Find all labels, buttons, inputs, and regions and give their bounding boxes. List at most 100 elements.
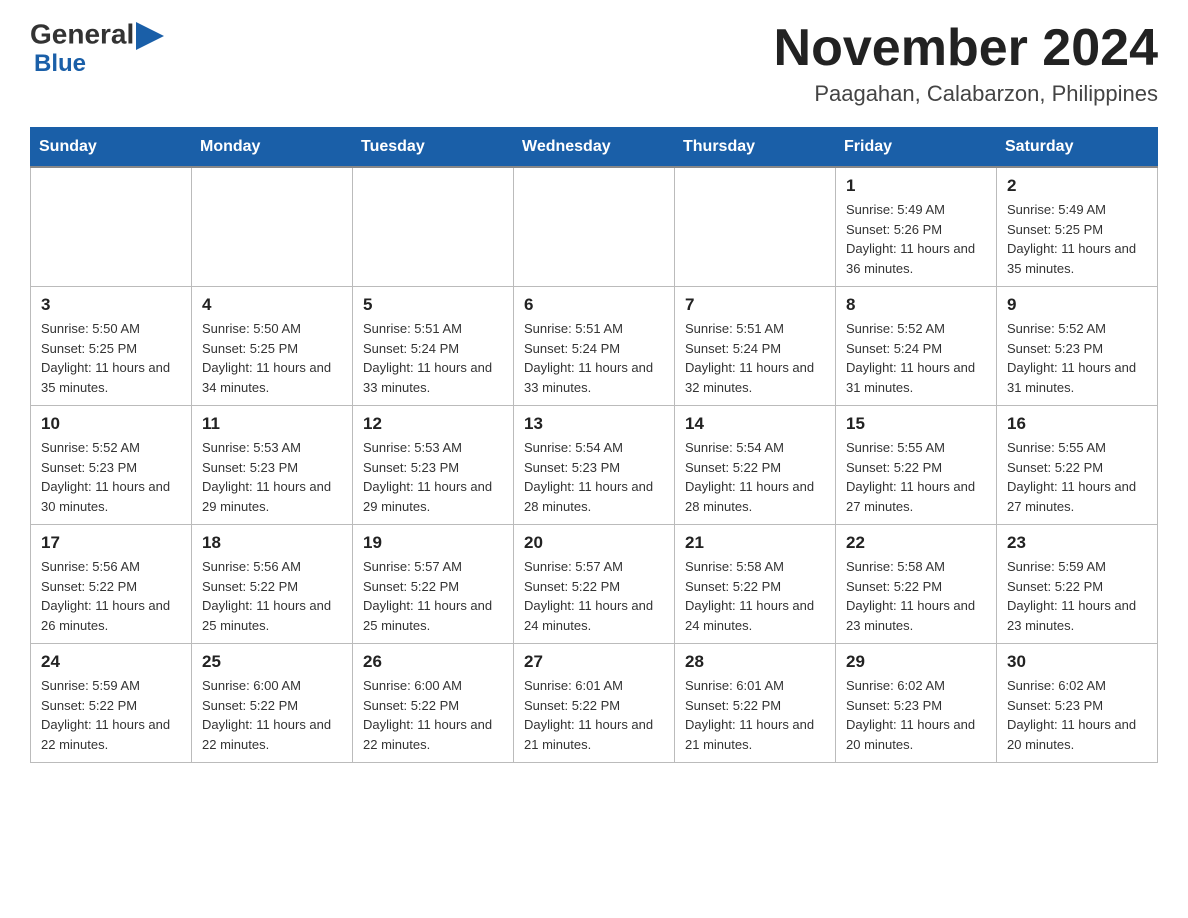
day-number: 30 <box>1007 652 1147 672</box>
day-info: Sunrise: 5:52 AMSunset: 5:23 PMDaylight:… <box>1007 319 1147 397</box>
day-number: 9 <box>1007 295 1147 315</box>
day-number: 29 <box>846 652 986 672</box>
day-info: Sunrise: 6:00 AMSunset: 5:22 PMDaylight:… <box>363 676 503 754</box>
day-number: 18 <box>202 533 342 553</box>
calendar-week-row: 24 Sunrise: 5:59 AMSunset: 5:22 PMDayligh… <box>31 644 1158 763</box>
day-number: 7 <box>685 295 825 315</box>
day-info: Sunrise: 5:50 AMSunset: 5:25 PMDaylight:… <box>202 319 342 397</box>
day-number: 2 <box>1007 176 1147 196</box>
day-number: 27 <box>524 652 664 672</box>
logo-blue: Blue <box>34 52 86 76</box>
day-number: 6 <box>524 295 664 315</box>
day-info: Sunrise: 5:49 AMSunset: 5:25 PMDaylight:… <box>1007 200 1147 278</box>
calendar-cell: 5 Sunrise: 5:51 AMSunset: 5:24 PMDaylight… <box>353 287 514 406</box>
calendar-cell <box>353 167 514 287</box>
calendar-cell: 6 Sunrise: 5:51 AMSunset: 5:24 PMDaylight… <box>514 287 675 406</box>
day-number: 28 <box>685 652 825 672</box>
day-number: 15 <box>846 414 986 434</box>
calendar-cell: 20 Sunrise: 5:57 AMSunset: 5:22 PMDayligh… <box>514 525 675 644</box>
day-info: Sunrise: 6:01 AMSunset: 5:22 PMDaylight:… <box>685 676 825 754</box>
calendar-cell <box>514 167 675 287</box>
calendar-cell: 1 Sunrise: 5:49 AMSunset: 5:26 PMDaylight… <box>836 167 997 287</box>
day-info: Sunrise: 5:59 AMSunset: 5:22 PMDaylight:… <box>41 676 181 754</box>
day-info: Sunrise: 6:00 AMSunset: 5:22 PMDaylight:… <box>202 676 342 754</box>
day-info: Sunrise: 6:01 AMSunset: 5:22 PMDaylight:… <box>524 676 664 754</box>
day-info: Sunrise: 5:52 AMSunset: 5:23 PMDaylight:… <box>41 438 181 516</box>
calendar-cell: 16Sunrise: 5:55 AMSunset: 5:22 PMDayligh… <box>997 406 1158 525</box>
day-info: Sunrise: 5:50 AMSunset: 5:25 PMDaylight:… <box>41 319 181 397</box>
day-info: Sunrise: 5:52 AMSunset: 5:24 PMDaylight:… <box>846 319 986 397</box>
calendar-cell: 19Sunrise: 5:57 AMSunset: 5:22 PMDayligh… <box>353 525 514 644</box>
calendar-cell: 22 Sunrise: 5:58 AMSunset: 5:22 PMDayligh… <box>836 525 997 644</box>
header-sunday: Sunday <box>31 128 192 168</box>
day-info: Sunrise: 5:51 AMSunset: 5:24 PMDaylight:… <box>363 319 503 397</box>
day-number: 10 <box>41 414 181 434</box>
calendar-cell: 12 Sunrise: 5:53 AMSunset: 5:23 PMDayligh… <box>353 406 514 525</box>
calendar-cell: 30 Sunrise: 6:02 AMSunset: 5:23 PMDayligh… <box>997 644 1158 763</box>
calendar-cell: 15 Sunrise: 5:55 AMSunset: 5:22 PMDayligh… <box>836 406 997 525</box>
calendar-week-row: 10 Sunrise: 5:52 AMSunset: 5:23 PMDayligh… <box>31 406 1158 525</box>
calendar-cell <box>31 167 192 287</box>
day-info: Sunrise: 5:54 AMSunset: 5:23 PMDaylight:… <box>524 438 664 516</box>
calendar-cell: 7 Sunrise: 5:51 AMSunset: 5:24 PMDaylight… <box>675 287 836 406</box>
day-info: Sunrise: 5:59 AMSunset: 5:22 PMDaylight:… <box>1007 557 1147 635</box>
calendar-header-row: SundayMondayTuesdayWednesdayThursdayFrid… <box>31 128 1158 168</box>
calendar-cell: 10 Sunrise: 5:52 AMSunset: 5:23 PMDayligh… <box>31 406 192 525</box>
day-number: 12 <box>363 414 503 434</box>
calendar-cell: 18 Sunrise: 5:56 AMSunset: 5:22 PMDayligh… <box>192 525 353 644</box>
day-number: 1 <box>846 176 986 196</box>
calendar-cell: 24 Sunrise: 5:59 AMSunset: 5:22 PMDayligh… <box>31 644 192 763</box>
calendar-cell: 28 Sunrise: 6:01 AMSunset: 5:22 PMDayligh… <box>675 644 836 763</box>
calendar-title: November 2024 <box>774 20 1158 77</box>
calendar-cell: 27 Sunrise: 6:01 AMSunset: 5:22 PMDayligh… <box>514 644 675 763</box>
day-info: Sunrise: 5:58 AMSunset: 5:22 PMDaylight:… <box>846 557 986 635</box>
calendar-cell: 29Sunrise: 6:02 AMSunset: 5:23 PMDayligh… <box>836 644 997 763</box>
day-info: Sunrise: 5:56 AMSunset: 5:22 PMDaylight:… <box>202 557 342 635</box>
day-info: Sunrise: 5:57 AMSunset: 5:22 PMDaylight:… <box>524 557 664 635</box>
calendar-week-row: 3 Sunrise: 5:50 AMSunset: 5:25 PMDaylight… <box>31 287 1158 406</box>
day-number: 24 <box>41 652 181 672</box>
title-section: November 2024 Paagahan, Calabarzon, Phil… <box>774 20 1158 107</box>
day-number: 20 <box>524 533 664 553</box>
page-header: General Blue November 2024 Paagahan, Cal… <box>30 20 1158 107</box>
day-info: Sunrise: 5:58 AMSunset: 5:22 PMDaylight:… <box>685 557 825 635</box>
day-number: 17 <box>41 533 181 553</box>
header-saturday: Saturday <box>997 128 1158 168</box>
day-info: Sunrise: 6:02 AMSunset: 5:23 PMDaylight:… <box>1007 676 1147 754</box>
day-number: 13 <box>524 414 664 434</box>
day-number: 11 <box>202 414 342 434</box>
calendar-cell: 3 Sunrise: 5:50 AMSunset: 5:25 PMDaylight… <box>31 287 192 406</box>
day-number: 8 <box>846 295 986 315</box>
calendar-cell: 21Sunrise: 5:58 AMSunset: 5:22 PMDayligh… <box>675 525 836 644</box>
day-info: Sunrise: 5:51 AMSunset: 5:24 PMDaylight:… <box>685 319 825 397</box>
calendar-cell: 2 Sunrise: 5:49 AMSunset: 5:25 PMDaylight… <box>997 167 1158 287</box>
day-info: Sunrise: 5:54 AMSunset: 5:22 PMDaylight:… <box>685 438 825 516</box>
day-info: Sunrise: 5:49 AMSunset: 5:26 PMDaylight:… <box>846 200 986 278</box>
day-info: Sunrise: 5:55 AMSunset: 5:22 PMDaylight:… <box>846 438 986 516</box>
calendar-table: SundayMondayTuesdayWednesdayThursdayFrid… <box>30 127 1158 763</box>
day-info: Sunrise: 5:57 AMSunset: 5:22 PMDaylight:… <box>363 557 503 635</box>
day-number: 5 <box>363 295 503 315</box>
header-tuesday: Tuesday <box>353 128 514 168</box>
calendar-cell: 9 Sunrise: 5:52 AMSunset: 5:23 PMDaylight… <box>997 287 1158 406</box>
logo: General Blue <box>30 20 134 76</box>
calendar-subtitle: Paagahan, Calabarzon, Philippines <box>774 81 1158 107</box>
day-number: 3 <box>41 295 181 315</box>
calendar-cell: 17Sunrise: 5:56 AMSunset: 5:22 PMDayligh… <box>31 525 192 644</box>
calendar-cell: 23Sunrise: 5:59 AMSunset: 5:22 PMDayligh… <box>997 525 1158 644</box>
calendar-cell <box>675 167 836 287</box>
day-number: 26 <box>363 652 503 672</box>
calendar-cell: 26 Sunrise: 6:00 AMSunset: 5:22 PMDayligh… <box>353 644 514 763</box>
day-info: Sunrise: 5:53 AMSunset: 5:23 PMDaylight:… <box>202 438 342 516</box>
day-info: Sunrise: 5:53 AMSunset: 5:23 PMDaylight:… <box>363 438 503 516</box>
calendar-cell: 8 Sunrise: 5:52 AMSunset: 5:24 PMDaylight… <box>836 287 997 406</box>
calendar-cell <box>192 167 353 287</box>
day-number: 22 <box>846 533 986 553</box>
day-info: Sunrise: 5:55 AMSunset: 5:22 PMDaylight:… <box>1007 438 1147 516</box>
header-friday: Friday <box>836 128 997 168</box>
header-wednesday: Wednesday <box>514 128 675 168</box>
day-info: Sunrise: 5:51 AMSunset: 5:24 PMDaylight:… <box>524 319 664 397</box>
calendar-cell: 25Sunrise: 6:00 AMSunset: 5:22 PMDayligh… <box>192 644 353 763</box>
header-thursday: Thursday <box>675 128 836 168</box>
calendar-cell: 13 Sunrise: 5:54 AMSunset: 5:23 PMDayligh… <box>514 406 675 525</box>
